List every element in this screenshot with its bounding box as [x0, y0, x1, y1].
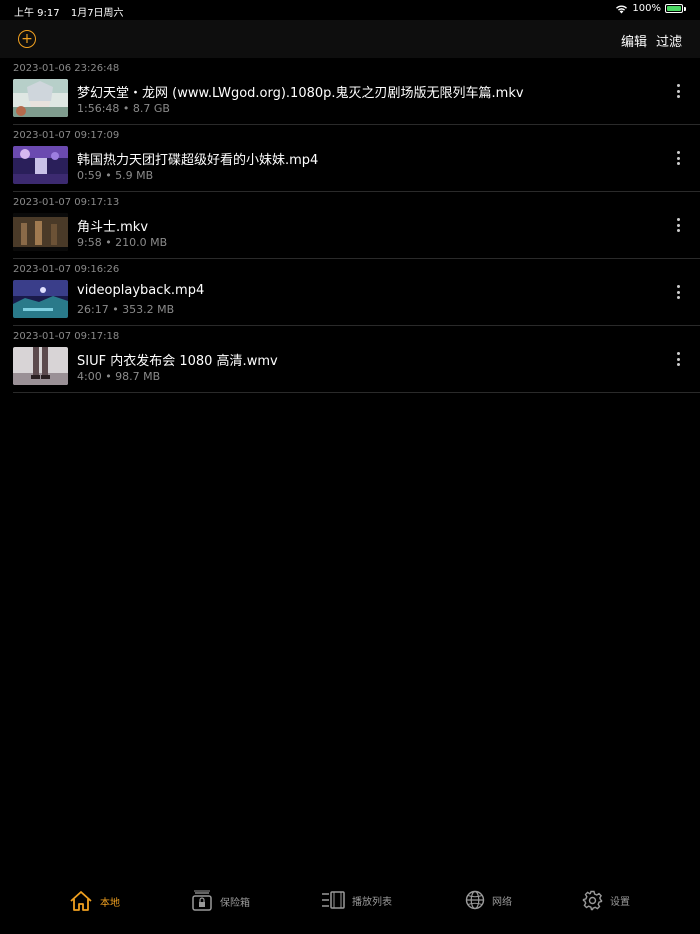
- item-meta: 0:59 • 5.9 MB: [77, 169, 154, 182]
- playlist-icon: [322, 891, 345, 909]
- more-options-icon[interactable]: [676, 218, 680, 232]
- status-left: 上午 9:17 1月7日周六: [14, 4, 132, 19]
- video-thumbnail[interactable]: [13, 280, 68, 318]
- status-time: 上午 9:17: [14, 8, 60, 19]
- tab-network[interactable]: 网络: [465, 890, 512, 910]
- plus-circle-icon[interactable]: +: [18, 30, 36, 48]
- home-icon: [70, 891, 92, 911]
- more-options-icon[interactable]: [676, 285, 680, 299]
- list-item[interactable]: 2023-01-06 23:26:48 梦幻天堂・龙网 (www.LWgod.o…: [0, 58, 700, 125]
- tab-vault-label: 保险箱: [220, 897, 250, 909]
- more-options-icon[interactable]: [676, 84, 680, 98]
- divider: [13, 392, 700, 393]
- list-item[interactable]: 2023-01-07 09:16:26 videoplayback.mp4 26…: [0, 259, 700, 326]
- tab-vault[interactable]: 保险箱: [191, 890, 250, 912]
- media-list: 2023-01-06 23:26:48 梦幻天堂・龙网 (www.LWgod.o…: [0, 58, 700, 393]
- status-date: 1月7日周六: [70, 8, 124, 19]
- video-thumbnail[interactable]: [13, 79, 68, 117]
- lock-box-icon: [192, 890, 212, 911]
- nav-actions: 编辑 过滤: [621, 31, 682, 50]
- tab-bar: 本地 保险箱 播放列表 网络 设置: [0, 884, 700, 924]
- edit-button[interactable]: 编辑: [621, 31, 647, 50]
- tab-playlist-label: 播放列表: [352, 896, 392, 908]
- gear-icon: [582, 890, 603, 911]
- battery-percent: 100%: [632, 3, 661, 14]
- tab-settings[interactable]: 设置: [582, 890, 630, 911]
- item-date: 2023-01-07 09:16:26: [13, 264, 120, 275]
- tab-local-label: 本地: [100, 897, 120, 909]
- item-date: 2023-01-07 09:17:13: [13, 197, 120, 208]
- item-title[interactable]: 角斗士.mkv: [77, 216, 148, 235]
- status-bar: 上午 9:17 1月7日周六 100%: [0, 0, 700, 20]
- item-title[interactable]: 韩国热力天团打碟超级好看的小妹妹.mp4: [77, 149, 318, 168]
- tab-network-label: 网络: [492, 896, 512, 908]
- globe-icon: [465, 890, 485, 910]
- item-title[interactable]: 梦幻天堂・龙网 (www.LWgod.org).1080p.鬼灭之刃剧场版无限列…: [77, 82, 524, 101]
- nav-bar: + 编辑 过滤: [0, 20, 700, 58]
- wifi-icon: [616, 4, 628, 13]
- item-meta: 4:00 • 98.7 MB: [77, 370, 161, 383]
- item-meta: 26:17 • 353.2 MB: [77, 303, 175, 316]
- video-thumbnail[interactable]: [13, 146, 68, 184]
- status-right: 100%: [615, 3, 686, 14]
- tab-settings-label: 设置: [610, 897, 630, 908]
- video-thumbnail[interactable]: [13, 347, 68, 385]
- item-meta: 9:58 • 210.0 MB: [77, 236, 168, 249]
- list-item[interactable]: 2023-01-07 09:17:13 角斗士.mkv 9:58 • 210.0…: [0, 192, 700, 259]
- item-date: 2023-01-07 09:17:18: [13, 331, 120, 342]
- tab-playlist[interactable]: 播放列表: [321, 890, 392, 910]
- item-title[interactable]: SIUF 内衣发布会 1080 高清.wmv: [77, 350, 278, 369]
- item-meta: 1:56:48 • 8.7 GB: [77, 102, 170, 115]
- more-options-icon[interactable]: [676, 151, 680, 165]
- battery-icon: [665, 4, 683, 13]
- filter-button[interactable]: 过滤: [656, 31, 682, 50]
- list-item[interactable]: 2023-01-07 09:17:18 SIUF 内衣发布会 1080 高清.w…: [0, 326, 700, 393]
- item-title[interactable]: videoplayback.mp4: [77, 283, 204, 298]
- list-item[interactable]: 2023-01-07 09:17:09 韩国热力天团打碟超级好看的小妹妹.mp4…: [0, 125, 700, 192]
- tab-local[interactable]: 本地: [69, 890, 120, 912]
- item-date: 2023-01-07 09:17:09: [13, 130, 120, 141]
- battery-tip: [684, 6, 686, 11]
- video-thumbnail[interactable]: [13, 213, 68, 251]
- item-date: 2023-01-06 23:26:48: [13, 63, 120, 74]
- more-options-icon[interactable]: [676, 352, 680, 366]
